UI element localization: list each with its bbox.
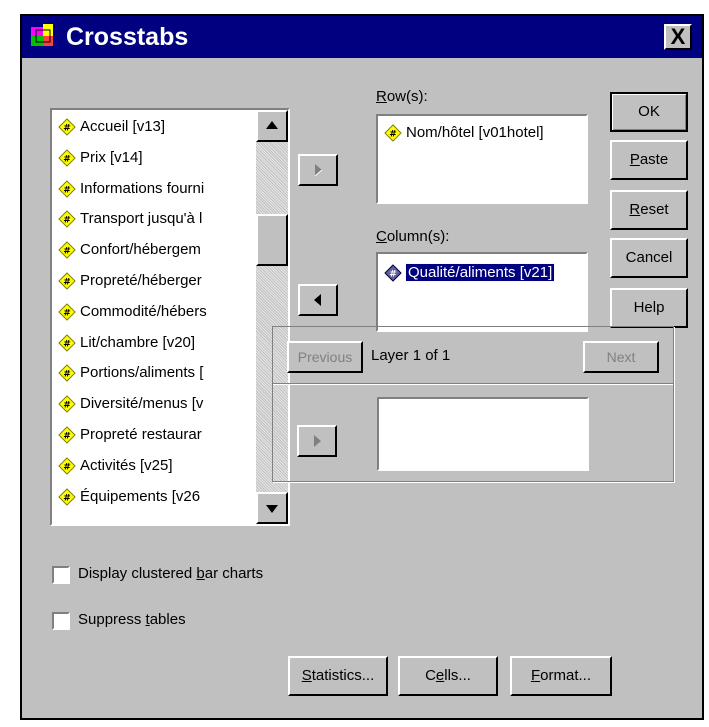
scale-variable-icon: #: [58, 364, 76, 383]
rows-list-item[interactable]: # Nom/hôtel [v01hotel]: [382, 120, 582, 146]
close-button[interactable]: X: [664, 24, 692, 50]
source-variable-item[interactable]: # Activités [v25]: [56, 453, 256, 479]
layer-status: Layer 1 of 1: [371, 347, 451, 364]
svg-text:#: #: [63, 185, 71, 195]
source-variable-item[interactable]: # Commodité/hébers: [56, 299, 256, 325]
rows-list[interactable]: # Nom/hôtel [v01hotel]: [376, 114, 588, 204]
scale-variable-icon: #: [58, 149, 76, 167]
svg-text:#: #: [63, 154, 71, 164]
scale-variable-icon: #: [58, 241, 76, 259]
move-to-rows-button[interactable]: [298, 154, 338, 186]
right-arrow-icon: [314, 435, 321, 447]
scale-variable-icon: #: [58, 457, 76, 475]
scroll-up-button[interactable]: [256, 110, 288, 142]
svg-text:#: #: [63, 247, 71, 257]
move-from-columns-button[interactable]: [298, 284, 338, 316]
statistics-button[interactable]: Statistics...: [288, 656, 388, 696]
svg-text:#: #: [63, 462, 71, 472]
source-variable-label: Portions/aliments [: [80, 364, 204, 382]
close-icon: X: [670, 24, 686, 49]
svg-text:#: #: [63, 339, 71, 349]
source-variable-label: Propreté restaurar: [80, 426, 202, 443]
scale-variable-icon: #: [58, 426, 76, 444]
source-variable-label: Diversité/menus [v: [80, 395, 204, 413]
scale-variable-icon: #: [58, 118, 76, 136]
source-variable-item[interactable]: # Propreté restaurar: [56, 422, 256, 448]
scale-variable-icon: #: [384, 124, 402, 142]
scroll-thumb[interactable]: [256, 214, 288, 266]
source-variable-item[interactable]: # Lit/chambre [v20]: [56, 330, 256, 356]
scroll-down-button[interactable]: [256, 492, 288, 524]
source-variable-label: Informations fourni: [80, 179, 205, 197]
scroll-down-icon: [266, 505, 278, 513]
source-variable-item[interactable]: # Confort/hébergem: [56, 237, 256, 263]
source-variable-label: Transport jusqu'à l: [80, 210, 203, 228]
source-variable-label: Confort/hébergem: [80, 241, 201, 259]
scale-variable-icon: #: [58, 333, 76, 352]
columns-label: Column(s):: [376, 228, 450, 245]
svg-text:#: #: [63, 432, 71, 442]
previous-layer-button[interactable]: Previous: [287, 341, 363, 373]
svg-text:#: #: [63, 216, 71, 226]
svg-text:#: #: [63, 370, 71, 380]
scale-variable-icon: #: [58, 303, 76, 321]
svg-text:#: #: [389, 270, 397, 280]
source-variable-item[interactable]: # Transport jusqu'à l: [56, 206, 256, 232]
source-variable-item[interactable]: # Portions/aliments [: [56, 360, 256, 386]
title-bar: Crosstabs X: [22, 16, 702, 58]
source-variable-item[interactable]: # Propreté/héberger: [56, 268, 256, 294]
crosstabs-dialog: Crosstabs X # Équipements [v26 # Activités …: [20, 14, 704, 720]
columns-list-item[interactable]: # Qualité/aliments [v21]: [382, 260, 582, 286]
source-variable-item[interactable]: # Prix [v14]: [56, 145, 256, 171]
source-variable-item[interactable]: # Diversité/menus [v: [56, 391, 256, 417]
scale-variable-icon: #: [384, 264, 402, 282]
source-variable-item[interactable]: # Informations fourni: [56, 176, 256, 202]
source-variable-label: Prix [v14]: [80, 148, 143, 166]
svg-text:#: #: [389, 130, 397, 140]
layer-panel: Previous Layer 1 of 1 Next: [272, 326, 674, 482]
help-button[interactable]: Help: [610, 288, 688, 328]
suppress-tables-label: Suppress tables: [78, 611, 186, 628]
crosstabs-app-icon: [31, 24, 53, 46]
move-to-layer-button[interactable]: [297, 425, 337, 457]
source-variable-list[interactable]: # Équipements [v26 # Activités [v25] # Propre…: [50, 108, 290, 526]
scale-variable-icon: #: [58, 210, 76, 229]
svg-text:#: #: [63, 401, 71, 411]
layer-divider: [273, 383, 673, 385]
svg-text:#: #: [63, 278, 71, 288]
source-variable-label: Équipements [v26: [80, 487, 201, 505]
cells-button[interactable]: Cells...: [398, 656, 498, 696]
columns-list[interactable]: # Qualité/aliments [v21]: [376, 252, 588, 332]
scale-variable-icon: #: [58, 487, 76, 506]
next-layer-button[interactable]: Next: [583, 341, 659, 373]
source-variable-label: Activités [v25]: [80, 456, 173, 474]
reset-button[interactable]: Reset: [610, 190, 688, 230]
scale-variable-icon: #: [58, 179, 76, 198]
svg-text:#: #: [63, 308, 71, 318]
dialog-title: Crosstabs: [66, 23, 189, 51]
source-variable-label: Propreté/héberger: [80, 272, 202, 289]
left-arrow-icon: [314, 294, 321, 306]
svg-text:#: #: [63, 493, 71, 503]
suppress-tables-checkbox[interactable]: [52, 612, 70, 630]
scale-variable-icon: #: [58, 395, 76, 413]
cancel-button[interactable]: Cancel: [610, 238, 688, 278]
rows-label: Row(s):: [376, 88, 428, 105]
clustered-bar-charts-label: Display clustered bar charts: [78, 565, 264, 582]
source-variable-label: Lit/chambre [v20]: [80, 333, 196, 351]
format-button[interactable]: Format...: [510, 656, 612, 696]
clustered-bar-charts-checkbox[interactable]: [52, 566, 70, 584]
scroll-up-icon: [266, 121, 278, 129]
source-variable-item[interactable]: # Accueil [v13]: [56, 114, 256, 140]
scale-variable-icon: #: [58, 272, 76, 290]
ok-button[interactable]: OK: [610, 92, 688, 132]
paste-button[interactable]: Paste: [610, 140, 688, 180]
right-arrow-icon: [314, 164, 323, 177]
source-variable-label: Accueil [v13]: [80, 118, 166, 135]
svg-text:#: #: [63, 124, 71, 134]
source-variable-item[interactable]: # Équipements [v26: [56, 484, 256, 510]
source-variable-label: Commodité/hébers: [80, 302, 207, 320]
layer-list[interactable]: [377, 397, 589, 471]
